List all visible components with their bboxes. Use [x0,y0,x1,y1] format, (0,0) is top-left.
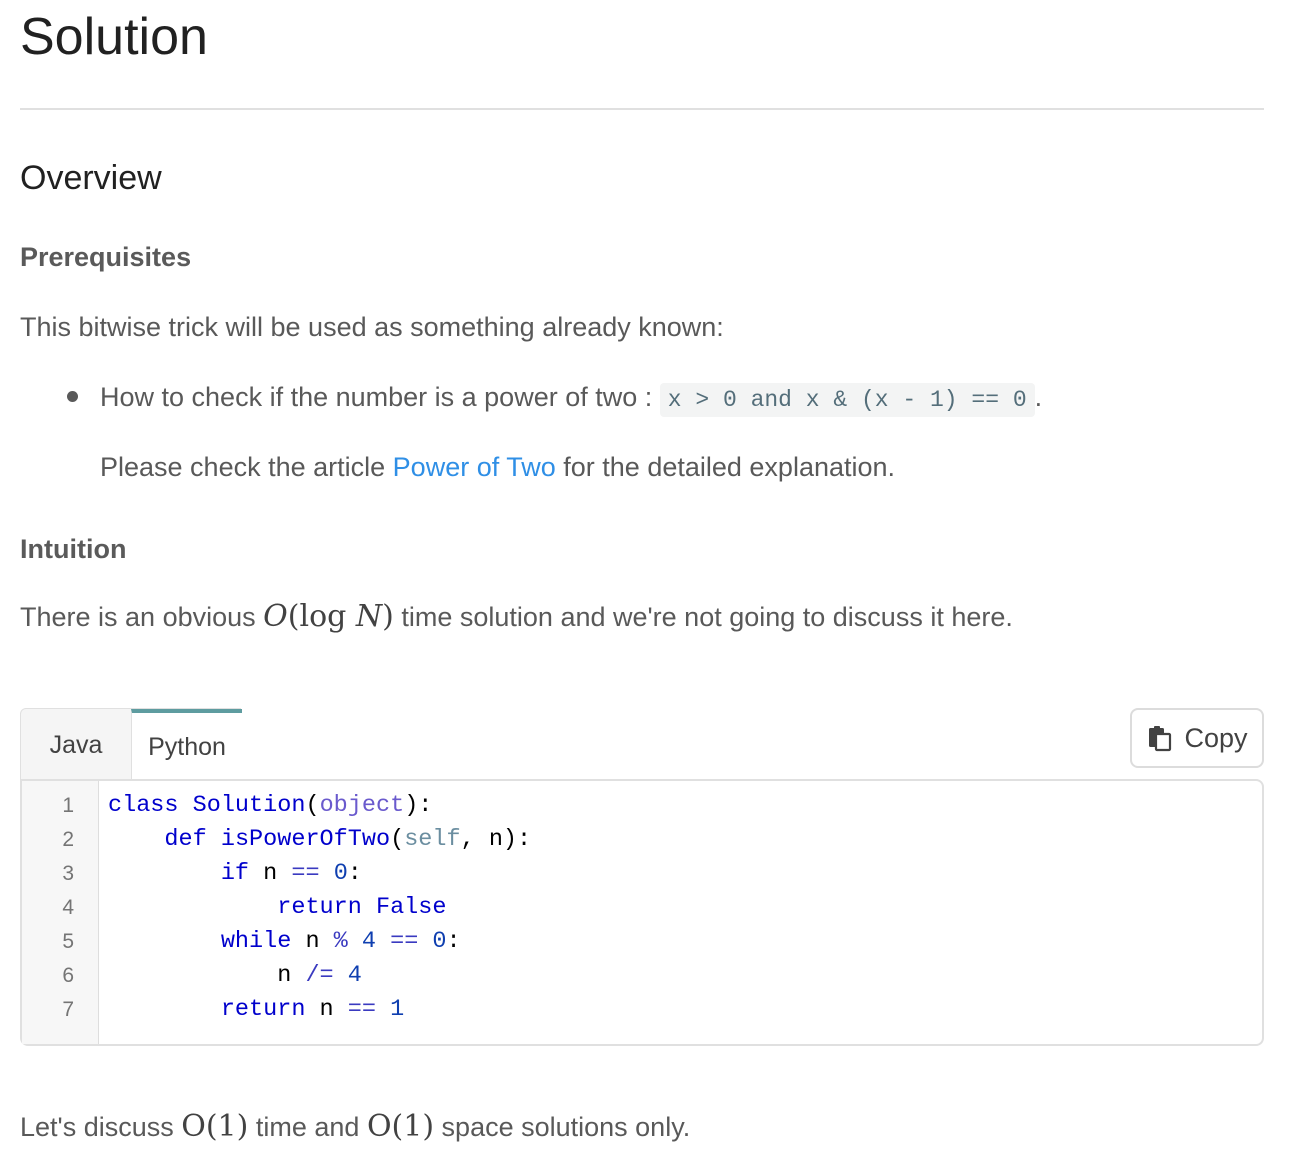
line-number: 7 [62,998,74,1021]
bullet-period: . [1034,382,1043,412]
code-line: return False [277,894,447,921]
math-log: (log [287,599,347,634]
article-text-after: for the detailed explanation. [563,452,896,482]
intuition-text-before: There is an obvious [20,602,256,632]
bullet-marker [67,391,78,402]
complexity-log-n: O(log N) [263,599,394,634]
line-number-gutter: 1 2 3 4 5 6 7 [22,781,99,1044]
tab-java[interactable]: Java [21,709,131,781]
closing-text-2: time and [255,1112,360,1142]
line-number: 2 [62,828,74,851]
line-number: 3 [62,862,74,885]
code-line: while n % 4 == 0: [220,928,461,955]
line-number: 1 [62,794,74,817]
bullet-text: How to check if the number is a power of… [100,382,653,412]
article-reference: Please check the article Power of Two fo… [100,449,895,485]
page-title: Solution [20,8,208,66]
math-close-paren: ) [382,599,394,634]
math-big-o: O [263,599,288,634]
code-line: class Solution(object): [108,792,433,819]
copy-label: Copy [1184,722,1248,753]
language-tabs: Java Python [20,708,242,782]
prerequisites-heading: Prerequisites [20,242,192,272]
power-of-two-link[interactable]: Power of Two [393,452,556,482]
copy-button[interactable]: Copy [1130,708,1264,768]
code-editor[interactable]: 1 2 3 4 5 6 7 class Solution(object): de… [20,779,1264,1046]
closing-text-1: Let's discuss [20,1112,174,1142]
article-text-before: Please check the article [100,452,386,482]
closing-text-3: space solutions only. [441,1112,691,1142]
prerequisites-intro: This bitwise trick will be used as somet… [20,312,724,342]
complexity-o1-space: O(1) [366,1109,435,1144]
copy-icon [1146,724,1174,752]
intuition-text: There is an obvious O(log N) time soluti… [20,599,1013,635]
line-number: 6 [62,964,74,987]
tab-python[interactable]: Python [131,709,242,782]
code-line: if n == 0: [220,860,362,887]
line-number: 5 [62,930,74,953]
code-line: def isPowerOfTwo(self, n): [164,826,532,853]
code-line: n /= 4 [108,962,362,989]
line-number: 4 [62,896,74,919]
title-divider [20,108,1264,110]
overview-heading: Overview [20,159,162,197]
inline-code: x > 0 and x & (x - 1) == 0 [659,383,1035,417]
prerequisite-bullet: How to check if the number is a power of… [100,379,1042,418]
math-n: N [355,599,383,634]
code-line: return n == 1 [220,996,405,1023]
intuition-heading: Intuition [20,534,127,564]
closing-text: Let's discuss O(1) time and O(1) space s… [20,1109,690,1145]
complexity-o1-time: O(1) [181,1109,249,1144]
intuition-text-after: time solution and we're not going to dis… [401,602,1013,632]
